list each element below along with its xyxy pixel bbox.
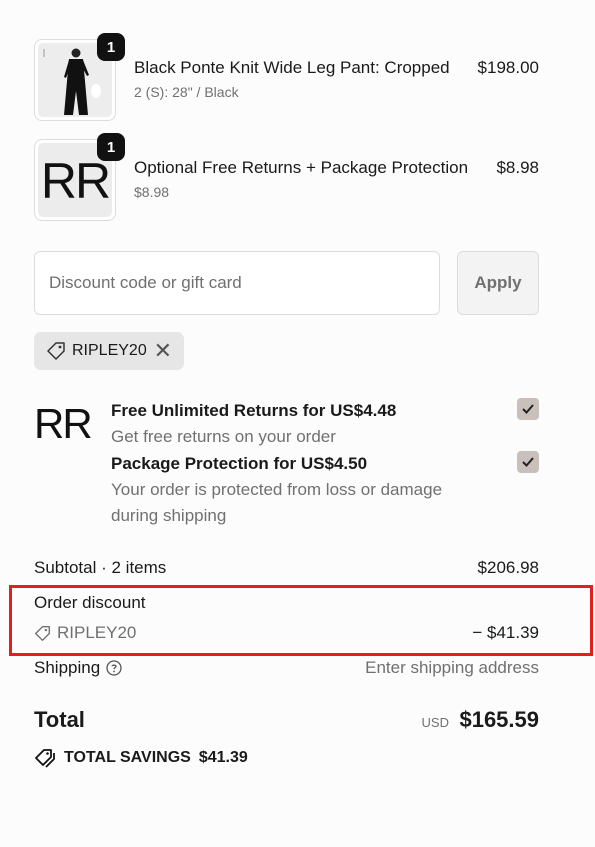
quantity-badge: 1 xyxy=(97,133,125,161)
close-icon[interactable]: ✕ xyxy=(154,340,172,362)
tags-icon xyxy=(35,749,55,768)
savings-label: TOTAL SAVINGS xyxy=(64,749,191,766)
total-value: $165.59 xyxy=(459,707,539,732)
returns-checkbox[interactable] xyxy=(517,398,539,420)
order-discount-code: RIPLEY20 xyxy=(34,623,136,643)
product-thumbnail: RR 1 xyxy=(34,133,125,221)
applied-discount-chip: RIPLEY20 ✕ xyxy=(34,332,184,370)
checkmark-icon xyxy=(522,457,534,467)
order-discount-code-text: RIPLEY20 xyxy=(57,623,137,642)
shipping-value: Enter shipping address xyxy=(365,658,539,677)
item-variant: 2 (S): 28" / Black xyxy=(134,84,239,100)
discount-code-input[interactable]: Discount code or gift card xyxy=(34,251,440,315)
applied-code-label: RIPLEY20 xyxy=(72,342,147,359)
product-thumbnail: 1 xyxy=(34,33,125,121)
protection-description: Your order is protected from loss or dam… xyxy=(111,480,443,525)
returns-description: Get free returns on your order xyxy=(111,427,336,446)
subtotal-value: $206.98 xyxy=(477,558,539,577)
line-item: RR 1 Optional Free Returns + Package Pro… xyxy=(34,133,539,221)
rr-logo: RR xyxy=(34,400,93,447)
subtotal-label: Subtotal · 2 items xyxy=(34,558,167,577)
total-savings: TOTAL SAVINGS $41.39 xyxy=(34,748,248,768)
help-icon[interactable] xyxy=(106,660,122,676)
quantity-badge: 1 xyxy=(97,33,125,61)
protection-title: Package Protection for US$4.50 xyxy=(111,454,368,473)
tag-icon xyxy=(35,625,50,641)
order-discount-value: − $41.39 xyxy=(472,623,539,642)
total-label: Total xyxy=(34,707,85,732)
checkmark-icon xyxy=(522,404,534,414)
rr-logo: RR xyxy=(40,153,111,209)
tag-icon xyxy=(47,342,65,360)
savings-value: $41.39 xyxy=(198,749,248,766)
item-name: Optional Free Returns + Package Protecti… xyxy=(134,158,469,177)
item-variant: $8.98 xyxy=(134,184,170,200)
returns-title: Free Unlimited Returns for US$4.48 xyxy=(111,401,397,420)
shipping-row: Shipping xyxy=(34,658,122,678)
total-currency: USD xyxy=(421,715,449,730)
line-item: 1 Black Ponte Knit Wide Leg Pant: Croppe… xyxy=(34,33,539,121)
item-name: Black Ponte Knit Wide Leg Pant: Cropped xyxy=(134,58,450,77)
protection-checkbox[interactable] xyxy=(517,451,539,473)
item-price: $8.98 xyxy=(496,158,539,177)
order-discount-label: Order discount xyxy=(34,593,146,612)
apply-button[interactable]: Apply xyxy=(457,251,539,315)
shipping-label: Shipping xyxy=(34,658,101,677)
item-price: $198.00 xyxy=(477,58,539,77)
